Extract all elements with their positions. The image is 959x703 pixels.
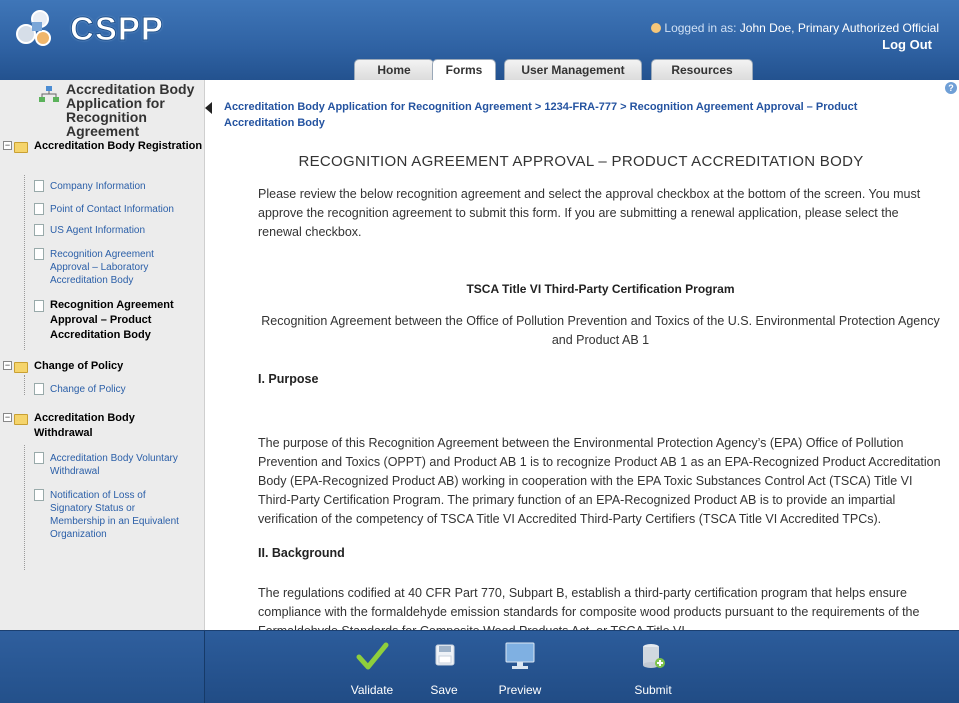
logout-link[interactable]: Log Out bbox=[882, 37, 932, 52]
footer-left-panel bbox=[0, 631, 205, 703]
sidebar-item-us-agent[interactable]: US Agent Information bbox=[50, 224, 200, 237]
tab-home[interactable]: Home bbox=[354, 59, 434, 80]
background-heading: II. Background bbox=[258, 546, 345, 560]
preview-label: Preview bbox=[498, 683, 542, 697]
document-icon bbox=[34, 248, 44, 260]
cspp-logo[interactable]: CSPP bbox=[10, 6, 170, 50]
tree-line bbox=[24, 175, 25, 350]
purpose-heading: I. Purpose bbox=[258, 372, 319, 386]
document-icon bbox=[34, 224, 44, 236]
sidebar-item-recognition-product[interactable]: Recognition Agreement Approval – Product… bbox=[50, 298, 200, 343]
sidebar-item-change-of-policy[interactable]: Change of Policy bbox=[50, 383, 200, 396]
monitor-icon bbox=[503, 639, 537, 673]
sidebar-group-change-of-policy[interactable]: Change of Policy bbox=[34, 359, 204, 374]
program-subtitle: Recognition Agreement between the Office… bbox=[261, 314, 940, 347]
tree-line bbox=[24, 445, 25, 570]
main-content: ? Accreditation Body Application for Rec… bbox=[206, 80, 959, 630]
document-icon bbox=[34, 180, 44, 192]
folder-icon bbox=[14, 362, 28, 373]
validate-label: Validate bbox=[350, 683, 394, 697]
checkmark-icon bbox=[355, 639, 389, 673]
tab-resources[interactable]: Resources bbox=[651, 59, 753, 80]
sidebar-item-loss-of-signatory[interactable]: Notification of Loss of Signatory Status… bbox=[50, 489, 190, 541]
save-label: Save bbox=[430, 683, 458, 697]
login-user: John Doe, Primary Authorized Official bbox=[739, 21, 939, 35]
program-title: TSCA Title VI Third-Party Certification … bbox=[466, 282, 735, 296]
login-label: Logged in as: bbox=[664, 21, 737, 35]
cspp-logo-icon bbox=[16, 10, 51, 46]
preview-button[interactable]: Preview bbox=[485, 635, 555, 701]
save-button[interactable]: Save bbox=[409, 635, 479, 701]
sidebar-item-company-information[interactable]: Company Information bbox=[50, 180, 200, 193]
collapse-icon[interactable]: − bbox=[3, 361, 12, 370]
folder-icon bbox=[14, 414, 28, 425]
save-icon bbox=[427, 639, 461, 673]
tab-forms[interactable]: Forms bbox=[432, 59, 496, 80]
tree-line bbox=[24, 375, 25, 395]
page-title: RECOGNITION AGREEMENT APPROVAL – PRODUCT… bbox=[298, 153, 864, 170]
sidebar-nav: Accreditation Body Application for Recog… bbox=[0, 80, 205, 630]
document-icon bbox=[34, 383, 44, 395]
validate-button[interactable]: Validate bbox=[337, 635, 407, 701]
sidebar-item-point-of-contact[interactable]: Point of Contact Information bbox=[50, 203, 200, 216]
folder-icon bbox=[14, 142, 28, 153]
document-icon bbox=[34, 300, 44, 312]
document-icon bbox=[34, 489, 44, 501]
background-text: The regulations codified at 40 CFR Part … bbox=[258, 586, 920, 630]
tab-user-management[interactable]: User Management bbox=[504, 59, 642, 80]
header-bar: CSPP Logged in as: John Doe, Primary Aut… bbox=[0, 0, 959, 80]
collapse-icon[interactable]: − bbox=[3, 141, 12, 150]
submit-button[interactable]: Submit bbox=[618, 635, 688, 701]
tree-icon bbox=[38, 86, 60, 109]
sidebar-item-voluntary-withdrawal[interactable]: Accreditation Body Voluntary Withdrawal bbox=[50, 452, 200, 478]
help-icon[interactable]: ? bbox=[945, 82, 957, 94]
breadcrumb[interactable]: Accreditation Body Application for Recog… bbox=[224, 99, 924, 131]
collapse-icon[interactable]: − bbox=[3, 413, 12, 422]
submit-label: Submit bbox=[634, 683, 672, 697]
sidebar-group-withdrawal[interactable]: Accreditation Body Withdrawal bbox=[34, 411, 184, 441]
intro-text: Please review the below recognition agre… bbox=[258, 187, 921, 239]
sidebar-group-registration[interactable]: Accreditation Body Registration bbox=[34, 139, 204, 154]
footer-action-bar: Validate Save Preview Submit bbox=[0, 630, 959, 703]
user-icon bbox=[651, 23, 662, 33]
login-status: Logged in as: John Doe, Primary Authoriz… bbox=[651, 21, 939, 35]
logo-text: CSPP bbox=[70, 10, 164, 48]
sidebar-item-recognition-laboratory[interactable]: Recognition Agreement Approval – Laborat… bbox=[50, 248, 175, 287]
database-submit-icon bbox=[636, 639, 670, 673]
purpose-text: The purpose of this Recognition Agreemen… bbox=[258, 436, 941, 526]
sidebar-title: Accreditation Body Application for Recog… bbox=[66, 81, 195, 139]
document-icon bbox=[34, 203, 44, 215]
document-icon bbox=[34, 452, 44, 464]
